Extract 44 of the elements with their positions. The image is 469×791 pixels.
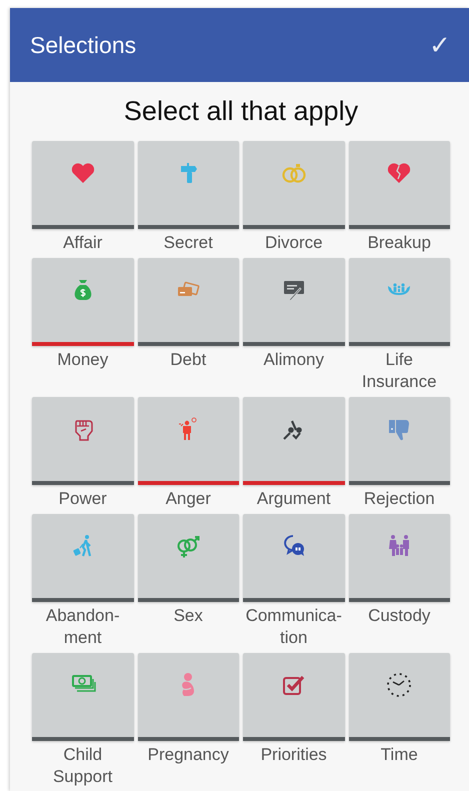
option-tile[interactable] bbox=[243, 258, 344, 346]
option-label: Debt bbox=[170, 349, 206, 371]
option-tile[interactable] bbox=[138, 258, 239, 346]
option-label: Pregnancy bbox=[148, 744, 229, 766]
option-label: Power bbox=[58, 488, 107, 510]
option-label: Priorities bbox=[260, 744, 327, 766]
option-tile[interactable] bbox=[32, 397, 134, 485]
option-tile[interactable] bbox=[138, 514, 239, 602]
option-tile[interactable] bbox=[243, 397, 344, 485]
option-tile[interactable] bbox=[348, 397, 450, 485]
option-label: Argument bbox=[256, 488, 331, 510]
option-tile[interactable] bbox=[32, 141, 134, 229]
option-label: Life Insurance bbox=[362, 349, 437, 393]
option-tile[interactable] bbox=[32, 514, 134, 602]
option-tile[interactable] bbox=[32, 653, 134, 741]
clock-icon bbox=[385, 671, 414, 699]
option-label: Affair bbox=[63, 232, 102, 254]
confirm-button[interactable]: ✓ bbox=[429, 32, 451, 58]
option-label: Anger bbox=[166, 488, 211, 510]
option-label: Rejection bbox=[364, 488, 435, 510]
option-tile[interactable] bbox=[138, 141, 239, 229]
option-label: Child Support bbox=[52, 744, 113, 788]
option-label: Secret bbox=[164, 232, 213, 254]
option-tile[interactable] bbox=[32, 258, 134, 346]
option-label: Custody bbox=[368, 605, 430, 627]
option-label: Time bbox=[380, 744, 418, 766]
screen-title: Selections bbox=[30, 32, 136, 58]
option-tile[interactable] bbox=[243, 653, 344, 741]
option-label: Money bbox=[57, 349, 108, 371]
option-label: Divorce bbox=[264, 232, 323, 254]
option-label: Alimony bbox=[264, 349, 324, 371]
instruction-heading: Select all that apply bbox=[122, 95, 360, 128]
option-tile[interactable] bbox=[243, 141, 344, 229]
option-tile[interactable] bbox=[138, 653, 239, 741]
option-tile[interactable] bbox=[348, 653, 450, 741]
option-tile[interactable] bbox=[138, 397, 239, 485]
option-tile[interactable] bbox=[243, 514, 344, 602]
option-tile[interactable] bbox=[348, 514, 450, 602]
option-label: Abandon- ment bbox=[46, 605, 120, 649]
option-tile[interactable] bbox=[348, 141, 450, 229]
option-label: Communica- tion bbox=[246, 605, 342, 649]
option-label: Breakup bbox=[368, 232, 431, 254]
option-tile[interactable] bbox=[348, 258, 450, 346]
option-label: Sex bbox=[174, 605, 203, 627]
